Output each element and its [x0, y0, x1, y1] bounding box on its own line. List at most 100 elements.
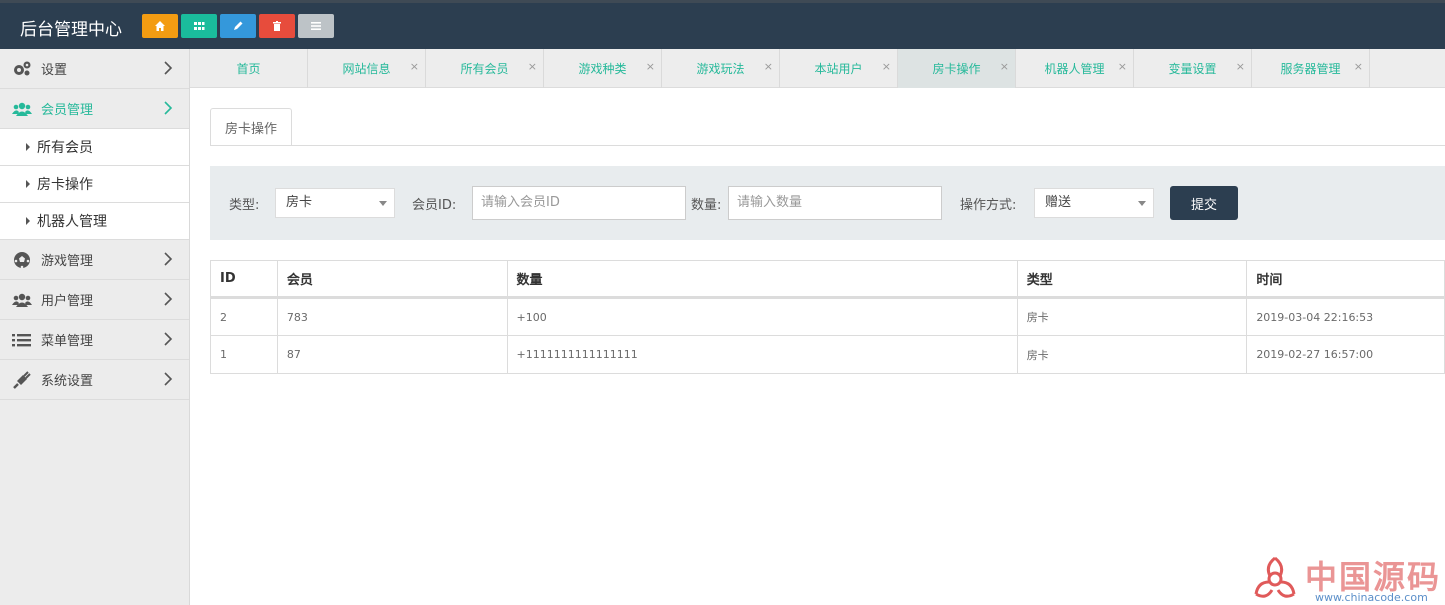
operation-select-value: 赠送 [1045, 195, 1072, 210]
home-button[interactable] [142, 14, 178, 38]
plug-icon [12, 370, 32, 390]
tab-label: 所有会员 [460, 62, 509, 76]
column-header[interactable]: 类型 [1018, 261, 1248, 296]
member-id-input[interactable]: 请输入会员ID [472, 186, 686, 220]
operation-label: 操作方式: [960, 198, 1017, 213]
tab-room-card[interactable]: 房卡操作 × [898, 49, 1016, 88]
records-table: ID 会员 数量 类型 时间 2 783 +100 房卡 2019-03-04 … [210, 260, 1445, 374]
tab-robots[interactable]: 机器人管理 × [1016, 49, 1134, 88]
delete-button[interactable] [259, 14, 295, 38]
table-cell: 房卡 [1018, 336, 1248, 373]
column-header[interactable]: ID [211, 261, 278, 296]
pencil-icon [234, 21, 243, 30]
chevron-right-icon [164, 61, 173, 75]
trash-icon [273, 21, 281, 31]
quantity-label: 数量: [691, 198, 722, 213]
sidebar-item-settings[interactable]: 设置 [0, 49, 189, 89]
close-icon[interactable]: × [1000, 60, 1009, 73]
tab-all-members[interactable]: 所有会员 × [426, 49, 544, 88]
table-cell: 2019-02-27 16:57:00 [1256, 348, 1374, 361]
sidebar-subitem-robots[interactable]: 机器人管理 [0, 203, 189, 240]
list-icon [311, 22, 321, 30]
table-row[interactable]: 1 87 +1111111111111111 房卡 2019-02-27 16:… [211, 336, 1444, 373]
top-bar: 后台管理中心 [0, 0, 1445, 49]
tab-label: 服务器管理 [1280, 62, 1341, 76]
tab-label: 机器人管理 [1044, 62, 1105, 76]
sidebar-subitem-room-card[interactable]: 房卡操作 [0, 166, 189, 203]
app-title: 后台管理中心 [20, 20, 122, 40]
home-icon [155, 21, 165, 31]
soccer-icon [12, 250, 32, 270]
close-icon[interactable]: × [1354, 60, 1363, 73]
table-cell: 2 [211, 299, 278, 335]
chevron-right-icon [164, 332, 173, 346]
sidebar-subitem-label: 所有会员 [37, 140, 93, 156]
grid-icon [194, 22, 205, 30]
sidebar: 设置 会员管理 所有会员 房卡操作 机器人管理 游戏管理 用户管理 菜单管理 系… [0, 49, 190, 605]
type-select[interactable]: 房卡 [275, 188, 395, 218]
biohazard-logo-icon [1254, 556, 1296, 598]
column-header[interactable]: 会员 [278, 261, 508, 296]
tab-site-info[interactable]: 网站信息 × [308, 49, 426, 88]
sidebar-item-label: 系统设置 [41, 374, 94, 389]
close-icon[interactable]: × [764, 60, 773, 73]
table-header-row: ID 会员 数量 类型 时间 [211, 261, 1444, 299]
sidebar-subitem-label: 机器人管理 [37, 214, 107, 230]
sidebar-item-menus[interactable]: 菜单管理 [0, 320, 189, 360]
close-icon[interactable]: × [410, 60, 419, 73]
table-cell: 1 [211, 336, 278, 373]
tab-servers[interactable]: 服务器管理 × [1252, 49, 1370, 88]
chevron-right-icon [164, 252, 173, 266]
member-id-label: 会员ID: [412, 198, 457, 213]
sidebar-item-label: 用户管理 [41, 294, 94, 309]
grid-button[interactable] [181, 14, 217, 38]
submit-button[interactable]: 提交 [1170, 186, 1238, 220]
tab-label: 游戏玩法 [696, 62, 745, 76]
tab-variables[interactable]: 变量设置 × [1134, 49, 1252, 88]
table-row[interactable]: 2 783 +100 房卡 2019-03-04 22:16:53 [211, 299, 1444, 336]
close-icon[interactable]: × [528, 60, 537, 73]
sidebar-item-users[interactable]: 用户管理 [0, 280, 189, 320]
chevron-down-icon [379, 201, 387, 206]
gears-icon [12, 59, 32, 79]
tab-home[interactable]: 首页 [190, 49, 308, 88]
caret-right-icon [26, 180, 30, 188]
chevron-right-icon [164, 292, 173, 306]
quantity-input[interactable]: 请输入数量 [728, 186, 942, 220]
close-icon[interactable]: × [646, 60, 655, 73]
sidebar-item-label: 菜单管理 [41, 334, 94, 349]
tab-label: 游戏种类 [578, 62, 627, 76]
tab-game-modes[interactable]: 游戏玩法 × [662, 49, 780, 88]
caret-right-icon [26, 217, 30, 225]
edit-button[interactable] [220, 14, 256, 38]
panel-tab-room-card[interactable]: 房卡操作 [210, 108, 292, 146]
watermark: 中国源码 www.chinacode.com [1250, 552, 1445, 605]
sidebar-subitem-all-members[interactable]: 所有会员 [0, 129, 189, 166]
tab-site-users[interactable]: 本站用户 × [780, 49, 898, 88]
operation-form: 类型: 房卡 会员ID: 请输入会员ID 数量: 请输入数量 操作方式: 赠送 … [210, 166, 1445, 240]
caret-right-icon [26, 143, 30, 151]
tab-game-types[interactable]: 游戏种类 × [544, 49, 662, 88]
column-header[interactable]: 数量 [508, 261, 1018, 296]
sidebar-item-members[interactable]: 会员管理 [0, 89, 189, 129]
close-icon[interactable]: × [1118, 60, 1127, 73]
users-icon [12, 290, 32, 310]
type-select-value: 房卡 [286, 195, 313, 210]
close-icon[interactable]: × [882, 60, 891, 73]
close-icon[interactable]: × [1236, 60, 1245, 73]
sidebar-subitem-label: 房卡操作 [37, 177, 93, 193]
column-header[interactable]: 时间 [1247, 261, 1444, 296]
tab-label: 本站用户 [814, 62, 863, 76]
sidebar-item-label: 会员管理 [41, 103, 94, 118]
table-cell: 房卡 [1018, 299, 1248, 335]
tab-label: 首页 [236, 62, 261, 76]
list-icon [12, 330, 32, 350]
operation-select[interactable]: 赠送 [1034, 188, 1154, 218]
sidebar-item-system-settings[interactable]: 系统设置 [0, 360, 189, 400]
users-icon [12, 99, 32, 119]
table-cell: 783 [278, 299, 508, 335]
sidebar-item-games[interactable]: 游戏管理 [0, 240, 189, 280]
divider [210, 145, 1445, 146]
table-cell: +1111111111111111 [508, 336, 1018, 373]
list-button[interactable] [298, 14, 334, 38]
